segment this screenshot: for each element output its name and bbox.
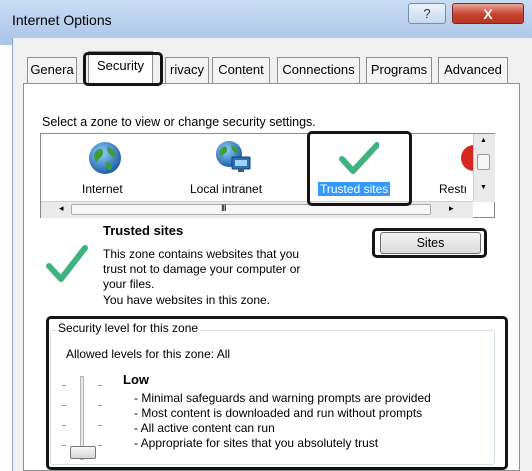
horizontal-scroll-thumb[interactable]: [71, 204, 431, 215]
slider-thumb[interactable]: [70, 446, 96, 459]
security-level-group-title: Security level for this zone: [56, 321, 201, 335]
trusted-sites-checkmark-icon: [46, 245, 88, 282]
close-button[interactable]: X: [452, 3, 524, 24]
tab-privacy[interactable]: rivacy: [165, 57, 209, 83]
zone-description-line: This zone contains websites that you: [103, 247, 300, 261]
internet-options-window: Internet Options ? X Genera Security riv…: [0, 0, 532, 471]
tab-content[interactable]: Content: [212, 57, 270, 83]
slider-tick: [62, 425, 66, 426]
slider-tick: [62, 445, 66, 446]
zone-label-local-intranet: Local intranet: [190, 182, 263, 196]
zone-instruction: Select a zone to view or change security…: [42, 115, 316, 129]
zone-description-line: your files.: [103, 277, 155, 291]
slider-tick: [98, 385, 102, 386]
scroll-thumb-grip: III: [221, 203, 226, 213]
tab-connections[interactable]: Connections: [277, 57, 360, 83]
tab-programs[interactable]: Programs: [366, 57, 432, 83]
help-button[interactable]: ?: [408, 3, 446, 24]
slider-tick: [62, 405, 66, 406]
zone-description-line: trust not to damage your computer or: [103, 262, 301, 276]
slider-tick: [98, 405, 102, 406]
scroll-down-arrow-icon[interactable]: ▼: [480, 184, 487, 191]
level-description-bullet: - All active content can run: [134, 421, 275, 435]
scroll-up-arrow-icon[interactable]: ▲: [480, 137, 487, 144]
zone-detail-title: Trusted sites: [103, 223, 184, 238]
tab-security[interactable]: Security: [88, 51, 153, 84]
zone-label-internet: Internet: [82, 182, 123, 196]
zone-label-restricted: Restı: [439, 182, 468, 196]
level-description-bullet: - Appropriate for sites that you absolut…: [134, 436, 379, 450]
level-description-bullet: - Minimal safeguards and warning prompts…: [134, 391, 431, 405]
restricted-icon: [461, 145, 474, 171]
sites-button[interactable]: Sites: [380, 232, 481, 254]
zone-label-trusted-sites: Trusted sites: [318, 182, 391, 196]
level-description-bullet: - Most content is downloaded and run wit…: [134, 406, 423, 420]
slider-tick: [62, 385, 66, 386]
zone-list-horizontal-scrollbar[interactable]: ◂ III ▸: [41, 201, 473, 218]
tab-advanced[interactable]: Advanced: [438, 57, 508, 83]
globe-icon: [89, 142, 121, 174]
tab-general[interactable]: Genera: [27, 57, 77, 83]
security-level-name: Low: [123, 372, 149, 387]
zone-description-line: You have websites in this zone.: [103, 293, 270, 307]
vertical-scroll-thumb[interactable]: [477, 154, 490, 170]
allowed-levels-label: Allowed levels for this zone: All: [66, 347, 231, 361]
window-title: Internet Options: [12, 12, 112, 28]
checkmark-icon: [339, 142, 379, 174]
slider-tick: [98, 425, 102, 426]
scroll-right-arrow-icon[interactable]: ▸: [449, 203, 454, 214]
scroll-left-arrow-icon[interactable]: ◂: [59, 203, 64, 214]
zone-list-vertical-scrollbar[interactable]: ▲ ▼: [473, 134, 495, 202]
slider-tick: [98, 445, 102, 446]
intranet-globe-icon: [216, 141, 251, 172]
